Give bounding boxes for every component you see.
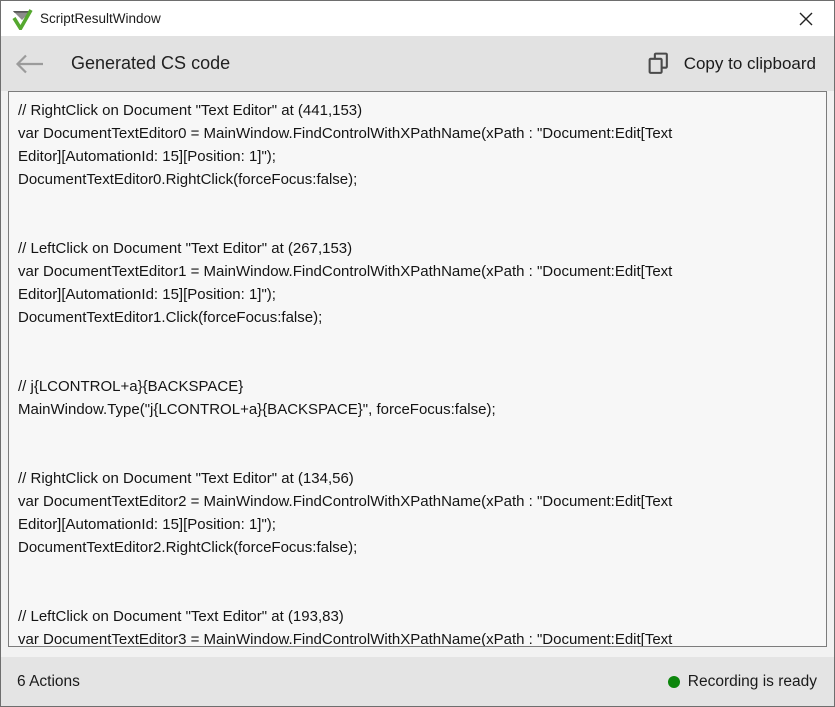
title-bar: ScriptResultWindow (1, 1, 834, 36)
close-button[interactable] (790, 4, 822, 34)
copy-icon (646, 51, 671, 76)
copy-button-label: Copy to clipboard (684, 54, 816, 74)
green-status-dot-icon (668, 676, 680, 688)
script-result-window: ScriptResultWindow Generated CS code Cop… (0, 0, 835, 707)
window-title: ScriptResultWindow (40, 11, 790, 26)
generated-code-panel[interactable]: // RightClick on Document "Text Editor" … (8, 91, 827, 647)
back-arrow-icon (15, 53, 45, 75)
app-logo-icon (11, 8, 33, 30)
copy-to-clipboard-button[interactable]: Copy to clipboard (646, 47, 816, 80)
main-area: // RightClick on Document "Text Editor" … (1, 91, 834, 657)
actions-count: 6 Actions (17, 673, 80, 691)
recording-status-label: Recording is ready (688, 673, 817, 691)
status-bar: 6 Actions Recording is ready (1, 657, 834, 706)
page-title: Generated CS code (71, 53, 646, 74)
close-icon (799, 12, 813, 26)
header-bar: Generated CS code Copy to clipboard (1, 36, 834, 91)
recording-status: Recording is ready (668, 673, 817, 691)
generated-code-text: // RightClick on Document "Text Editor" … (18, 99, 820, 647)
back-button[interactable] (15, 46, 57, 82)
